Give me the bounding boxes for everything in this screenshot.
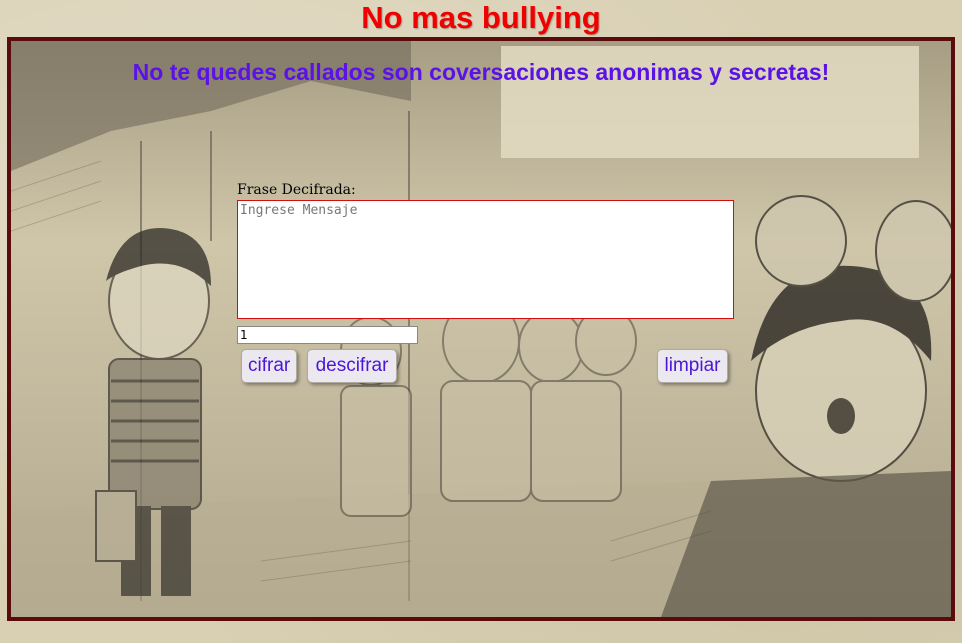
descifrar-button[interactable]: descifrar [307, 349, 397, 383]
key-input[interactable] [237, 326, 418, 344]
limpiar-button[interactable]: limpiar [657, 349, 728, 383]
message-textarea[interactable] [237, 200, 734, 319]
bullying-sketch-illustration [11, 41, 951, 617]
banner-subtitle: No te quedes callados son coversaciones … [132, 59, 830, 85]
background-frame: No te quedes callados son coversaciones … [7, 37, 955, 621]
decrypted-phrase-label: Frase Decifrada: [237, 182, 356, 198]
cifrar-button[interactable]: cifrar [241, 349, 297, 383]
page-title: No mas bullying [361, 0, 601, 35]
